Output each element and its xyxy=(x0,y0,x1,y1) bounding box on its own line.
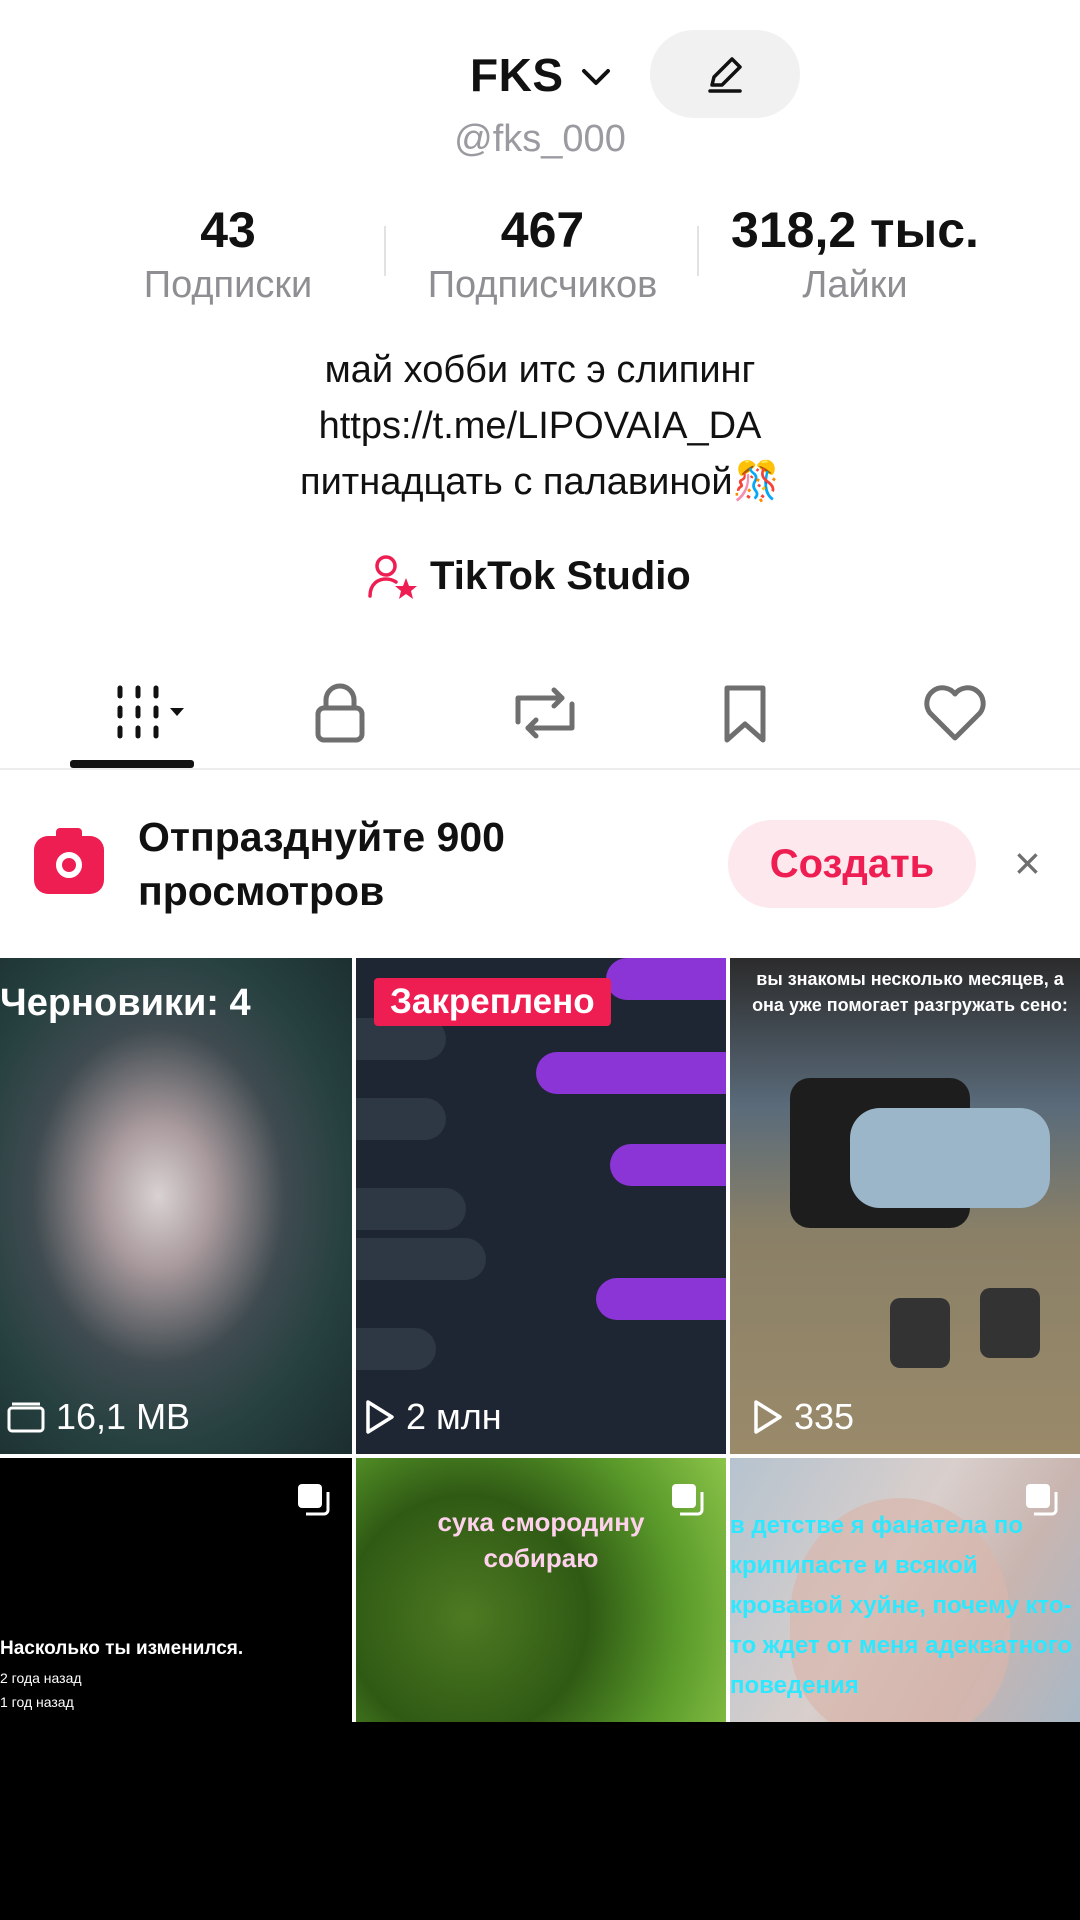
stat-following-label: Подписки xyxy=(143,264,313,306)
repost-icon xyxy=(515,687,575,739)
tiktok-studio-link[interactable]: TikTok Studio xyxy=(0,548,1080,608)
video-caption: в детстве я фанатела по крипипасте и вся… xyxy=(730,1512,1073,1699)
video-caption: вы знакомы несколько месяцев, а она уже … xyxy=(752,969,1068,1015)
decor-pill xyxy=(610,1144,726,1186)
banner-line: Отпразднуйте 900 xyxy=(138,814,505,860)
decor-pill xyxy=(536,1052,726,1094)
profile-bio: май хобби итс э слипинг https://t.me/LIP… xyxy=(0,342,1080,510)
profile-page: FKS @fks_000 43 Подписки 467 Подписчиков… xyxy=(0,0,1080,1722)
bio-link[interactable]: https://t.me/LIPOVAIA_DA xyxy=(0,398,1080,454)
close-icon[interactable]: × xyxy=(1014,840,1041,886)
video-caption-line: 1 год назад xyxy=(0,1694,74,1710)
view-count: 2 млн xyxy=(362,1396,502,1438)
banner-line: просмотров xyxy=(138,868,385,914)
draft-size-value: 16,1 MB xyxy=(56,1396,191,1437)
view-count-value: 335 xyxy=(794,1396,855,1437)
draft-size: 16,1 MB xyxy=(6,1396,190,1438)
play-icon xyxy=(754,1400,782,1434)
stat-following[interactable]: 43 Подписки xyxy=(118,200,338,308)
decor-pill xyxy=(596,1278,726,1320)
videos-grid-icon xyxy=(117,685,184,739)
stat-likes[interactable]: 318,2 тыс. Лайки xyxy=(710,200,1000,308)
profile-handle: @fks_000 xyxy=(454,118,626,160)
video-thumbnail[interactable]: вы знакомы несколько месяцев, а она уже … xyxy=(730,958,1080,1454)
decor-pill xyxy=(356,1328,436,1370)
play-icon xyxy=(366,1400,394,1434)
bookmark-icon xyxy=(724,685,766,743)
folder-icon xyxy=(7,1402,45,1433)
stat-followers-value: 467 xyxy=(500,202,585,258)
chevron-down-icon[interactable] xyxy=(578,62,614,92)
stat-likes-value: 318,2 тыс. xyxy=(731,202,979,258)
stat-followers-label: Подписчиков xyxy=(427,264,658,306)
milestone-banner: Отпразднуйте 900 просмотров Создать × xyxy=(0,770,1080,958)
video-caption: Насколько ты изменился. xyxy=(0,1638,244,1659)
pencil-icon xyxy=(708,57,742,93)
view-count-value: 2 млн xyxy=(406,1396,502,1437)
drafts-label: Черновики: 4 xyxy=(0,982,251,1024)
profile-header: FKS xyxy=(0,40,1080,112)
heart-icon xyxy=(924,685,986,741)
video-caption-line: 2 года назад xyxy=(0,1670,82,1686)
tab-saved[interactable] xyxy=(685,670,805,756)
stat-following-value: 43 xyxy=(200,202,256,258)
bio-line: май хобби итс э слипинг xyxy=(324,349,756,391)
video-thumbnail[interactable]: в детстве я фанатела по крипипасте и вся… xyxy=(730,1458,1080,1722)
active-tab-indicator xyxy=(70,760,194,768)
stat-likes-label: Лайки xyxy=(802,264,908,306)
tab-videos[interactable] xyxy=(80,670,200,756)
video-caption: сука смородину собираю xyxy=(437,1507,645,1573)
video-thumbnail-pinned[interactable]: Закреплено 2 млн xyxy=(356,958,726,1454)
tab-reposts[interactable] xyxy=(480,670,600,756)
profile-username[interactable]: FKS xyxy=(470,48,564,102)
stat-divider xyxy=(697,226,699,276)
create-button[interactable]: Создать xyxy=(728,820,976,908)
decor-pill xyxy=(356,1188,466,1230)
stat-followers[interactable]: 467 Подписчиков xyxy=(400,200,685,308)
bio-line: питнадцать с палавиной🎊 xyxy=(300,461,780,503)
camera-icon xyxy=(34,828,104,894)
photo-shape xyxy=(890,1298,950,1368)
studio-user-star-icon xyxy=(368,555,417,599)
video-thumbnail[interactable]: Насколько ты изменился. 2 года назад 1 г… xyxy=(0,1458,352,1722)
pinned-badge: Закреплено xyxy=(374,978,611,1026)
photo-shape xyxy=(850,1108,1050,1208)
decor-pill xyxy=(606,958,726,1000)
edit-profile-button[interactable] xyxy=(650,30,800,118)
photo-carousel-icon xyxy=(672,1484,704,1516)
photo-carousel-icon xyxy=(298,1484,330,1516)
video-thumbnail-drafts[interactable]: Черновики: 4 16,1 MB xyxy=(0,958,352,1454)
lock-icon xyxy=(315,683,365,743)
tab-private[interactable] xyxy=(280,670,400,756)
view-count: 335 xyxy=(750,1396,854,1438)
studio-label: TikTok Studio xyxy=(430,554,691,598)
banner-text: Отпразднуйте 900 просмотров xyxy=(138,810,698,918)
photo-shape xyxy=(980,1288,1040,1358)
tab-liked[interactable] xyxy=(890,670,1010,756)
profile-tabs xyxy=(0,660,1080,770)
stat-divider xyxy=(384,226,386,276)
decor-pill xyxy=(356,1238,486,1280)
video-thumbnail[interactable]: сука смородину собираю xyxy=(356,1458,726,1722)
decor-pill xyxy=(356,1098,446,1140)
